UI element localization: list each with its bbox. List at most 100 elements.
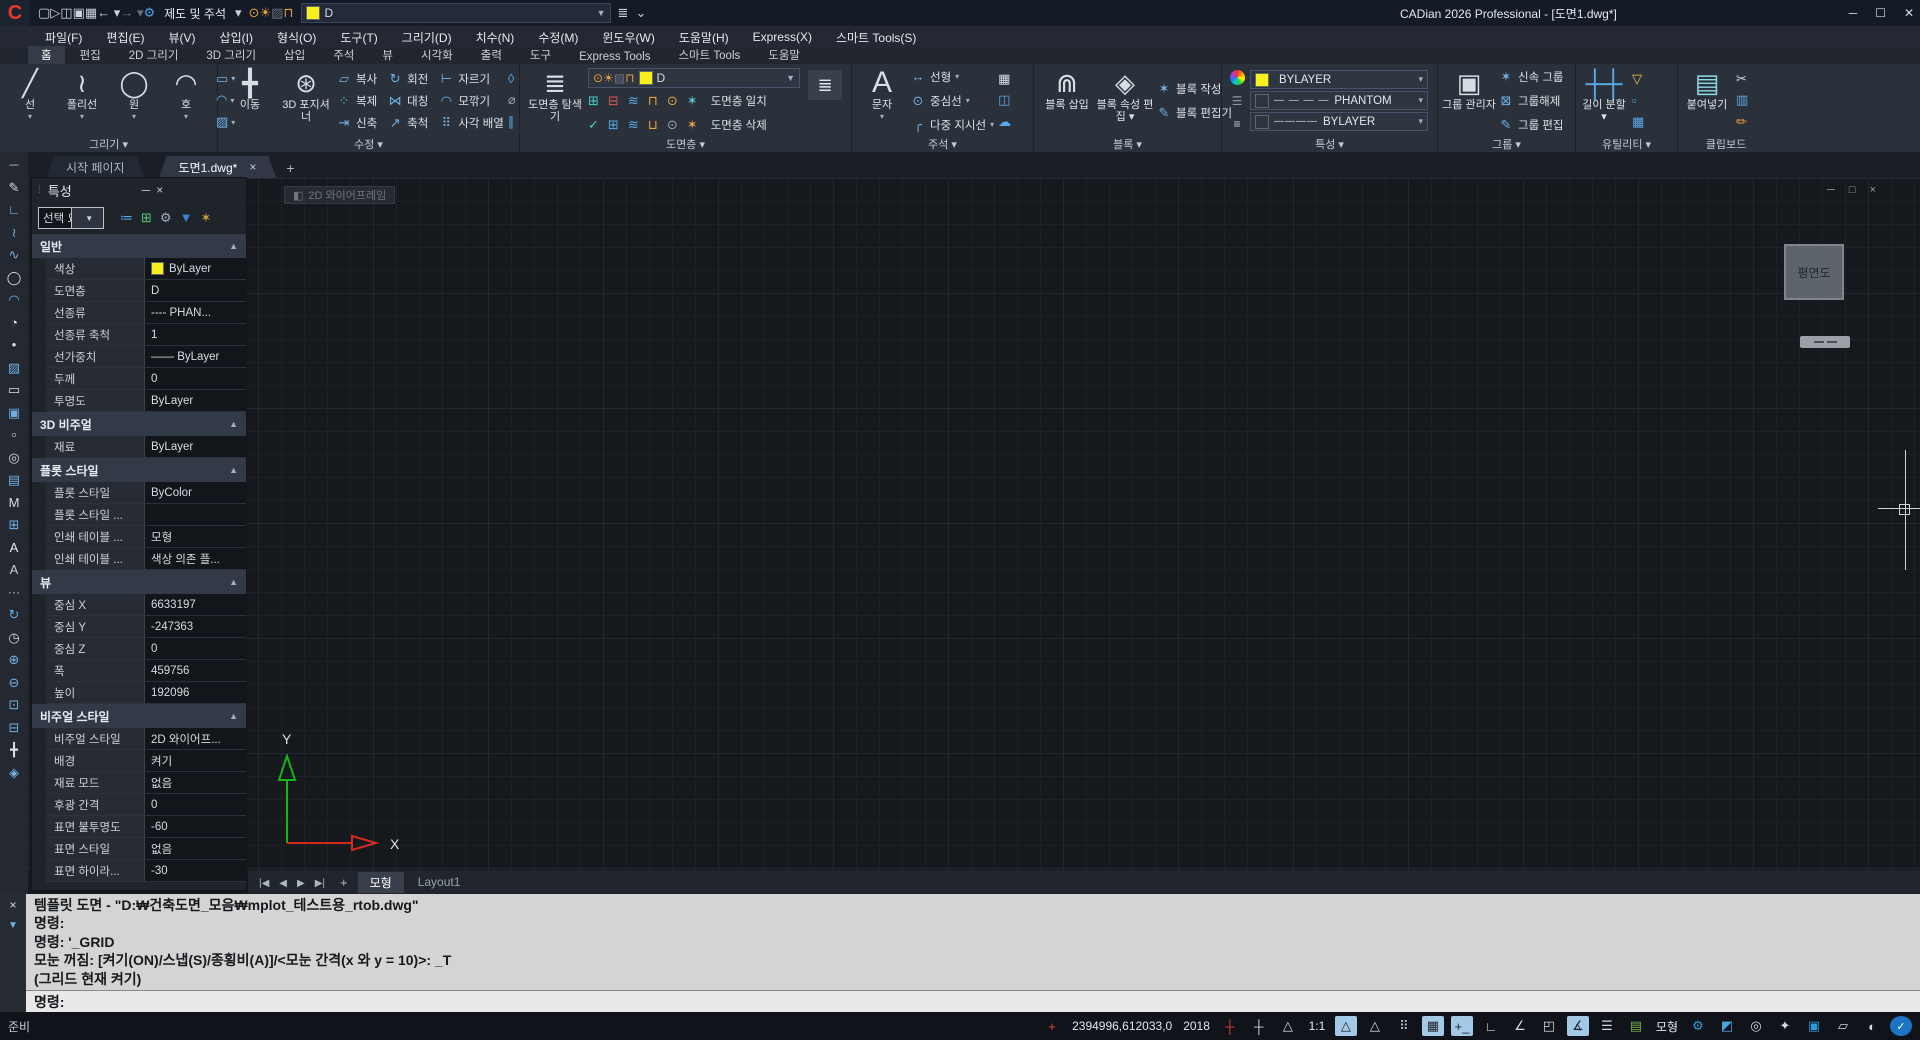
left-toolbar-icon[interactable]: ⊕ (9, 651, 20, 669)
dimension-style-icon[interactable]: ◫ (998, 92, 1011, 108)
drawing-viewport[interactable]: ◧ 2D 와이어프레임 ─ □ × 평면도 Y X (28, 178, 1920, 870)
doc-restore-button[interactable]: □ (1849, 184, 1856, 196)
ribbon-tab[interactable]: Express Tools (566, 50, 663, 64)
left-toolbar-icon[interactable]: ◈ (9, 764, 19, 782)
doc-minimize-button[interactable]: ─ (1827, 184, 1835, 196)
layer-tool-icon[interactable]: ≋ (628, 117, 639, 133)
collapse-arrow-icon[interactable]: ▲ (229, 577, 238, 587)
left-toolbar-icon[interactable]: ⊖ (9, 674, 20, 692)
left-toolbar-icon[interactable]: ↻ (9, 606, 20, 624)
section-header-plot-style[interactable]: 플롯 스타일▲ (32, 458, 246, 482)
layer-tool-icon[interactable]: ⊙ (667, 93, 678, 109)
chevron-down-icon[interactable]: ▾ (990, 120, 994, 129)
layer-xref-icon[interactable]: ▨ (271, 5, 283, 20)
paste-button[interactable]: ▤ 붙여넣기 (1682, 66, 1732, 135)
draw-tool-button[interactable]: ≀ 폴리선 ▾ (56, 66, 108, 135)
chevron-down-icon[interactable]: ▾ (132, 112, 136, 121)
layer-match-button[interactable]: 도면층 일치 (711, 93, 767, 109)
menu-item[interactable]: 편집(E) (95, 27, 155, 48)
layer-tool-icon[interactable]: ✓ (588, 117, 599, 133)
command-close-icon[interactable]: × (9, 898, 16, 912)
group-small-button[interactable]: ✶신속 그룹 (1498, 69, 1564, 85)
table-icon[interactable]: ▦ (998, 71, 1011, 87)
group-label-layer[interactable]: 도면층 ▾ (520, 136, 851, 152)
layer-isolate-icon[interactable]: ▱ (1832, 1016, 1854, 1036)
left-toolbar-icon[interactable]: ╋ (10, 741, 18, 759)
section-header-visual-style[interactable]: 비주얼 스타일▲ (32, 704, 246, 728)
ribbon-tab[interactable]: 도움말 (755, 46, 813, 64)
left-toolbar-icon[interactable]: A (10, 539, 19, 557)
property-value[interactable]: 모형 (145, 526, 246, 547)
settings-gear-icon[interactable]: ⚙ (143, 5, 155, 20)
property-value[interactable]: ByColor (145, 482, 246, 503)
left-toolbar-icon[interactable]: ◠ (8, 291, 19, 309)
new-file-icon[interactable]: ▢ (38, 5, 50, 20)
left-toolbar-icon[interactable]: A (10, 561, 19, 579)
calculator-icon[interactable]: ▦ (1632, 114, 1644, 130)
new-tab-button[interactable]: + (286, 160, 294, 178)
selection-cycling-icon[interactable]: ◎ (1745, 1016, 1767, 1036)
property-value[interactable]: —— ByLayer (145, 346, 246, 367)
property-value[interactable]: 1 (145, 324, 246, 345)
property-value[interactable]: -247363 (145, 616, 246, 637)
measure-button[interactable]: ┼┼ 길이 분할 ▾ (1580, 66, 1628, 135)
property-value[interactable]: 2D 와이어프... (145, 728, 246, 749)
menu-item[interactable]: 치수(N) (465, 27, 526, 48)
cloud-icon[interactable]: ☁ (998, 114, 1011, 130)
layer-lock-icon[interactable]: ⊓ (625, 71, 634, 85)
property-value[interactable]: -60 (145, 816, 246, 837)
collapse-arrow-icon[interactable]: ▲ (229, 711, 238, 721)
layer-tool-icon[interactable]: ✶ (687, 93, 698, 109)
property-value[interactable]: 색상 의존 플... (145, 548, 246, 569)
property-value[interactable]: ByLayer (145, 258, 246, 279)
property-value[interactable]: ---- PHAN... (145, 302, 246, 323)
left-toolbar-icon[interactable]: ⊡ (9, 696, 20, 714)
model-space-toggle[interactable]: 모형 (1654, 1016, 1680, 1036)
menu-item[interactable]: Express(X) (742, 28, 823, 46)
left-toolbar-icon[interactable]: ▭ (8, 381, 20, 399)
ribbon-tab[interactable]: 도구 (517, 46, 564, 64)
menu-item[interactable]: 스마트 Tools(S) (825, 27, 927, 48)
polar-tracking-icon[interactable]: ∠ (1509, 1016, 1531, 1036)
left-toolbar-icon[interactable]: ◯ (7, 269, 22, 287)
selection-dropdown[interactable]: 선택 요.. ▼ (38, 207, 104, 229)
elevation-field[interactable]: 2018 (1181, 1016, 1212, 1036)
menu-item[interactable]: 수정(M) (527, 27, 589, 48)
minimize-button[interactable]: ─ (1849, 6, 1858, 20)
layer-on-icon[interactable]: ⊙ (249, 5, 260, 20)
ribbon-tab[interactable]: 2D 그리기 (116, 46, 192, 64)
panel-settings-icon[interactable]: ⚙ (160, 210, 172, 226)
property-value[interactable] (145, 504, 246, 525)
cut-icon[interactable]: ✂ (1736, 71, 1748, 87)
save-icon[interactable]: ◫ (60, 5, 72, 20)
section-header-general[interactable]: 일반▲ (32, 234, 246, 258)
group-label-properties[interactable]: 특성 ▾ (1222, 135, 1437, 152)
workspace-selector[interactable]: 제도 및 주석 (164, 5, 226, 22)
ribbon-tab[interactable]: 주석 (320, 46, 367, 64)
layer-freeze-icon[interactable]: ☀ (603, 71, 614, 85)
property-value[interactable]: ByLayer (145, 436, 246, 457)
settings-gear-icon[interactable]: ⚙ (1687, 1016, 1709, 1036)
group-small-button[interactable]: ✎그룹 편집 (1498, 117, 1564, 133)
chevron-down-icon[interactable]: ▾ (880, 112, 884, 121)
ortho-mode-icon[interactable]: ∟ (1480, 1016, 1502, 1036)
layout-nav-icon[interactable]: ▶ (292, 878, 310, 889)
menu-item[interactable]: 도구(T) (329, 27, 388, 48)
chevron-down-icon[interactable]: ▼ (597, 8, 606, 18)
chevron-down-icon[interactable]: ▾ (184, 112, 188, 121)
left-toolbar-icon[interactable]: ✎ (9, 179, 20, 197)
modify-small-button[interactable]: ↻회전 (387, 68, 428, 90)
draw-tool-button[interactable]: ◠ 호 ▾ (160, 66, 212, 135)
lineweight-icon[interactable]: ≡ (1233, 117, 1240, 131)
lineweight-icon[interactable]: ☰ (1596, 1016, 1618, 1036)
left-toolbar-icon[interactable]: ◔ (10, 314, 18, 332)
layer-tool-icon[interactable]: ⊞ (608, 117, 619, 133)
property-combo[interactable]: ———— BYLAYER ▾ (1250, 112, 1428, 131)
annotation-scale-icon[interactable]: △ (1277, 1016, 1299, 1036)
ribbon-tab[interactable]: 스마트 Tools (665, 46, 753, 64)
object-snap-tracking-icon[interactable]: ∡ (1567, 1016, 1589, 1036)
property-value[interactable]: 0 (145, 368, 246, 389)
grid-snap-icon[interactable]: ┼ (1219, 1016, 1241, 1036)
panel-close-button[interactable]: × (156, 183, 163, 197)
menu-item[interactable]: 그리기(D) (391, 27, 463, 48)
